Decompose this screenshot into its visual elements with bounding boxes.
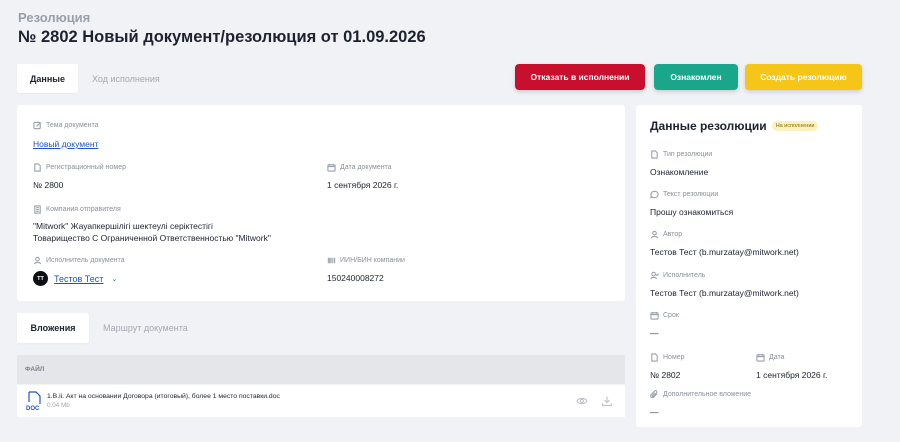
calendar-icon: [756, 353, 765, 362]
resolution-number-field: Номер № 2802: [650, 353, 685, 381]
resolution-text-label: Текст резолюции: [663, 191, 719, 198]
resolution-executor-field: Исполнитель Тестов Тест (b.murzatay@mitw…: [650, 271, 799, 299]
reg-number-label: Регистрационный номер: [46, 164, 126, 171]
user-icon: [650, 230, 659, 239]
file-name[interactable]: 1.В.іі. Акт на основании Договора (итого…: [47, 393, 280, 400]
user-icon: [33, 256, 42, 265]
page-title: № 2802 Новый документ/резолюция от 01.09…: [18, 28, 426, 46]
file-type-label: DOC: [26, 406, 40, 411]
extra-attachment-value: —: [650, 407, 659, 417]
edit-icon: [33, 121, 42, 130]
doc-date-field: Дата документа 1 сентября 2026 г.: [327, 163, 398, 191]
resolution-type-label: Тип резолюции: [663, 151, 713, 158]
status-badge: На исполнении: [771, 121, 819, 131]
doc-file-icon: DOC: [26, 391, 42, 412]
document-icon: [651, 150, 658, 159]
calendar-icon: [327, 163, 336, 172]
document-icon: [34, 163, 41, 172]
download-icon[interactable]: [601, 395, 613, 407]
extra-attachment-label: Дополнительное вложение: [663, 391, 751, 398]
sender-field: Компания отправителя "Mitwork" Жауапкерш…: [33, 205, 271, 244]
sender-label: Компания отправителя: [46, 206, 121, 213]
author-value: Тестов Тест (b.murzatay@mitwork.net): [650, 247, 799, 257]
resolution-type-value: Ознакомление: [650, 167, 709, 177]
resolution-number-value: № 2802: [650, 370, 681, 380]
doc-date-label: Дата документа: [340, 164, 392, 171]
author-label: Автор: [663, 231, 683, 238]
resolution-text-field: Текст резолюции Прошу ознакомиться: [650, 190, 733, 218]
iin-field: ИИН/БИН компании 150240008272: [327, 256, 405, 284]
deadline-field: Срок —: [650, 311, 679, 339]
iin-label: ИИН/БИН компании: [340, 257, 405, 264]
reject-button[interactable]: Отказать в исполнении: [515, 64, 645, 90]
topic-field: Тема документа Новый документ: [33, 121, 99, 150]
file-size: 0.04 Mb: [47, 402, 70, 409]
acknowledge-button[interactable]: Ознакомлен: [654, 64, 738, 90]
executor-field: Исполнитель документа ТТ Тестов Тест ⌄: [33, 256, 125, 286]
resolution-date-field: Дата 1 сентября 2026 г.: [756, 353, 827, 381]
attachments-table-header: ФАЙЛ: [17, 355, 625, 384]
document-card: Тема документа Новый документ Регистраци…: [17, 105, 625, 301]
paperclip-icon: [650, 390, 658, 399]
tab-data[interactable]: Данные: [17, 64, 78, 93]
document-icon: [651, 353, 658, 362]
iin-value: 150240008272: [327, 273, 384, 283]
tab-attachments[interactable]: Вложения: [17, 313, 89, 343]
sender-name-ru: Товарищество С Ограниченной Ответственно…: [33, 233, 271, 243]
extra-attachment-field: Дополнительное вложение —: [650, 390, 751, 418]
resolution-title: Данные резолюции: [650, 119, 767, 133]
resolution-text-value: Прошу ознакомиться: [650, 207, 734, 217]
calendar-icon: [650, 311, 659, 320]
reg-number-value: № 2800: [33, 180, 64, 190]
reg-number-field: Регистрационный номер № 2800: [33, 163, 126, 191]
resolution-date-label: Дата: [769, 354, 785, 361]
executor-name[interactable]: Тестов Тест: [54, 274, 103, 284]
doc-date-value: 1 сентября 2026 г.: [327, 180, 399, 190]
resolution-number-label: Номер: [663, 354, 685, 361]
comment-icon: [650, 190, 659, 199]
executor-selector[interactable]: ТТ Тестов Тест ⌄: [33, 271, 125, 286]
resolution-date-value: 1 сентября 2026 г.: [756, 370, 828, 380]
executor-label: Исполнитель документа: [46, 257, 125, 264]
topic-link[interactable]: Новый документ: [33, 139, 98, 149]
top-tabs: Данные Ход исполнения: [17, 64, 174, 93]
topic-label: Тема документа: [46, 122, 99, 129]
tab-route[interactable]: Маршрут документа: [89, 313, 202, 343]
table-row[interactable]: DOC 1.В.іі. Акт на основании Договора (и…: [17, 385, 625, 417]
resolution-executor-label: Исполнитель: [663, 272, 706, 279]
user-check-icon: [650, 271, 659, 280]
avatar: ТТ: [33, 271, 48, 286]
resolution-type-field: Тип резолюции Ознакомление: [650, 150, 712, 178]
eye-icon[interactable]: [576, 395, 588, 407]
barcode-icon: [327, 257, 336, 264]
create-resolution-button[interactable]: Создать резолюцию: [745, 64, 862, 90]
chevron-down-icon[interactable]: ⌄: [111, 275, 117, 283]
author-field: Автор Тестов Тест (b.murzatay@mitwork.ne…: [650, 230, 799, 258]
resolution-executor-value: Тестов Тест (b.murzatay@mitwork.net): [650, 288, 799, 298]
tab-progress[interactable]: Ход исполнения: [78, 64, 174, 93]
building-icon: [34, 205, 41, 214]
deadline-value: —: [650, 328, 659, 338]
sender-name-kz: "Mitwork" Жауапкершілігі шектеулі серікт…: [33, 221, 213, 231]
bottom-tabs: Вложения Маршрут документа: [17, 313, 202, 343]
resolution-card: Данные резолюции На исполнении Тип резол…: [636, 105, 862, 427]
page-subtitle: Резолюция: [18, 10, 91, 25]
deadline-label: Срок: [663, 312, 679, 319]
